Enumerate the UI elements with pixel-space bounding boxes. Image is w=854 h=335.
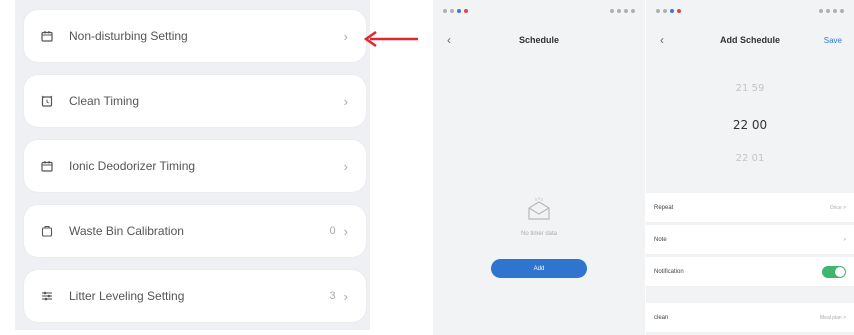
setting-label: Litter Leveling Setting xyxy=(69,289,185,303)
schedule-screen: ‹ Schedule No timer data Add xyxy=(433,0,645,335)
page-title: Add Schedule xyxy=(719,35,780,45)
time-option-selected[interactable]: 22 00 xyxy=(646,118,854,132)
repeat-label: Repeat xyxy=(654,204,674,211)
time-option-next[interactable]: 22 01 xyxy=(646,153,854,164)
repeat-value: Once > xyxy=(829,204,846,211)
status-bar xyxy=(433,6,645,16)
setting-label: Waste Bin Calibration xyxy=(69,224,184,238)
page-title: Schedule xyxy=(518,35,559,45)
time-option-prev[interactable]: 21 59 xyxy=(646,83,854,94)
setting-row-clean-timing[interactable]: Clean Timing › xyxy=(24,75,366,127)
bin-icon xyxy=(39,223,55,239)
setting-row-deodorizer-timing[interactable]: Ionic Deodorizer Timing › xyxy=(24,140,366,192)
leveling-icon xyxy=(39,288,55,304)
calendar-icon xyxy=(39,28,55,44)
status-bar xyxy=(646,6,854,16)
alarm-clock-icon xyxy=(39,93,55,109)
chevron-right-icon: › xyxy=(343,28,348,44)
add-schedule-screen: ‹ Add Schedule Save 21 59 22 00 22 01 Re… xyxy=(646,0,854,335)
clean-row[interactable]: clean Meal plan > xyxy=(646,303,854,333)
chevron-right-icon: › xyxy=(343,288,348,304)
nav-bar: ‹ Schedule xyxy=(433,30,645,50)
nav-bar: ‹ Add Schedule Save xyxy=(646,30,854,50)
back-icon[interactable]: ‹ xyxy=(660,33,664,47)
note-row[interactable]: Note > xyxy=(646,225,854,255)
note-value: > xyxy=(843,236,846,243)
setting-row-litter-leveling[interactable]: Litter Leveling Setting 3 › xyxy=(24,270,366,322)
notification-toggle[interactable] xyxy=(822,265,846,278)
back-icon[interactable]: ‹ xyxy=(447,33,451,47)
setting-label: Non-disturbing Setting xyxy=(69,29,188,43)
setting-label: Ionic Deodorizer Timing xyxy=(69,159,196,173)
save-button[interactable]: Save xyxy=(824,36,842,45)
time-picker[interactable]: 21 59 22 00 22 01 xyxy=(646,65,854,183)
arrow-left-icon xyxy=(363,30,418,48)
chevron-right-icon: › xyxy=(343,158,348,174)
add-button[interactable]: Add xyxy=(491,259,587,278)
calendar-icon xyxy=(39,158,55,174)
empty-mailbox-icon xyxy=(528,197,550,220)
chevron-right-icon: › xyxy=(343,223,348,239)
notification-label: Notification xyxy=(654,268,684,275)
note-label: Note xyxy=(654,236,667,243)
chevron-right-icon: › xyxy=(343,93,348,109)
clean-label: clean xyxy=(654,314,669,321)
repeat-row[interactable]: Repeat Once > xyxy=(646,193,854,223)
setting-label: Clean Timing xyxy=(69,94,140,108)
settings-panel: Non-disturbing Setting › Clean Timing › … xyxy=(15,0,370,330)
empty-state-text: No timer data xyxy=(520,231,557,237)
setting-value: 0 xyxy=(329,225,336,237)
setting-row-waste-bin-calibration[interactable]: Waste Bin Calibration 0 › xyxy=(24,205,366,257)
notification-row: Notification xyxy=(646,257,854,287)
setting-value: 3 xyxy=(329,290,336,302)
clean-value: Meal plan > xyxy=(820,314,846,321)
setting-row-non-disturbing[interactable]: Non-disturbing Setting › xyxy=(24,10,366,62)
